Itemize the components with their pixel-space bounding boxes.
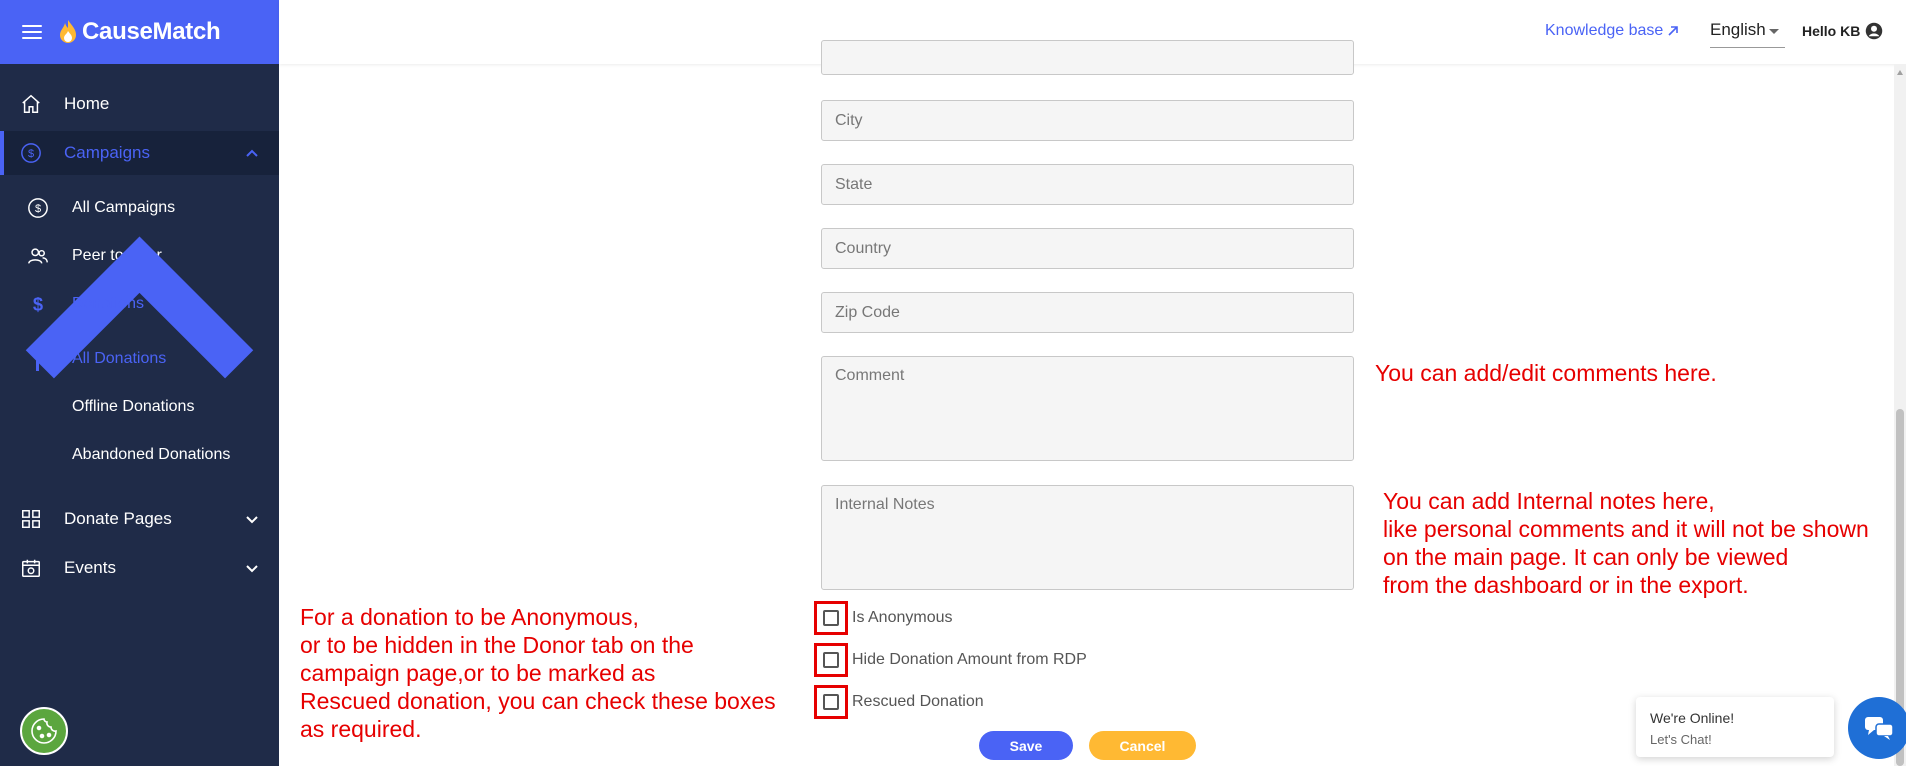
svg-text:$: $ — [33, 293, 43, 314]
sidebar-item-label: Home — [64, 94, 110, 113]
sidebar-item-donations[interactable]: $ Donations — [0, 235, 279, 378]
highlight-box — [814, 643, 848, 677]
dollar-circle-icon: $ — [19, 141, 43, 165]
internal-notes-annotation: You can add Internal notes here, like pe… — [1383, 488, 1869, 598]
cookie-settings-button[interactable] — [20, 707, 68, 755]
knowledge-base-label: Knowledge base — [1545, 22, 1664, 39]
internal-notes-field[interactable]: Internal Notes — [821, 485, 1354, 590]
dollar-icon: $ — [27, 293, 49, 315]
highlight-box — [814, 685, 848, 719]
account-circle-icon[interactable] — [1865, 22, 1883, 40]
checkbox-label: Rescued Donation — [852, 693, 984, 710]
grid-icon — [19, 507, 43, 531]
chat-bubbles-icon — [1865, 717, 1894, 740]
highlight-box — [814, 601, 848, 635]
internal-notes-placeholder: Internal Notes — [835, 496, 935, 513]
flame-logo-icon — [60, 20, 76, 43]
city-field[interactable]: City — [821, 100, 1354, 141]
page-scrollbar[interactable] — [1894, 64, 1906, 766]
state-placeholder: State — [835, 175, 873, 193]
country-field[interactable]: Country — [821, 228, 1354, 269]
state-field[interactable]: State — [821, 164, 1354, 205]
sidebar-item-label: All Donations — [72, 350, 167, 367]
chat-prompt[interactable]: We're Online! Let's Chat! — [1636, 697, 1834, 757]
chat-title: We're Online! — [1650, 710, 1735, 726]
sidebar-item-home[interactable]: Home — [0, 84, 279, 124]
sidebar-item-events[interactable]: Events — [0, 548, 279, 588]
checkbox-square[interactable] — [823, 694, 839, 710]
app-name: CauseMatch — [82, 18, 221, 45]
language-value: English — [1710, 20, 1766, 39]
svg-text:$: $ — [28, 148, 34, 160]
brand-bar: CauseMatch — [0, 0, 279, 64]
country-placeholder: Country — [835, 239, 892, 257]
chevron-down-icon — [246, 565, 258, 573]
sidebar-item-label: Donate Pages — [64, 509, 172, 528]
hamburger-menu-icon[interactable] — [22, 25, 42, 39]
checkbox-square[interactable] — [823, 652, 839, 668]
chevron-up-icon — [246, 149, 258, 157]
checkbox-label: Is Anonymous — [852, 609, 953, 626]
zip-code-field[interactable]: Zip Code — [821, 292, 1354, 333]
is-anonymous-checkbox[interactable]: Is Anonymous — [814, 601, 953, 635]
checkbox-square[interactable] — [823, 610, 839, 626]
zip-code-placeholder: Zip Code — [835, 303, 900, 321]
sidebar-item-donate-pages[interactable]: Donate Pages — [0, 499, 279, 539]
rescued-donation-checkbox[interactable]: Rescued Donation — [814, 685, 984, 719]
scroll-up-arrow-icon[interactable] — [1897, 70, 1903, 75]
hide-donation-amount-checkbox[interactable]: Hide Donation Amount from RDP — [814, 643, 1087, 677]
sidebar: CauseMatch Home $ Campaigns $ All Campai… — [0, 0, 279, 766]
address-field[interactable] — [821, 40, 1354, 75]
sidebar-item-label: Offline Donations — [72, 398, 195, 415]
save-button[interactable]: Save — [979, 731, 1073, 760]
city-placeholder: City — [835, 111, 863, 129]
comment-annotation: You can add/edit comments here. — [1375, 360, 1717, 386]
chat-subtitle: Let's Chat! — [1650, 732, 1712, 747]
cancel-button[interactable]: Cancel — [1089, 731, 1196, 760]
external-arrow-icon — [1668, 26, 1679, 36]
comment-placeholder: Comment — [835, 367, 905, 384]
sidebar-item-label: Events — [64, 558, 116, 577]
sidebar-item-label: Donations — [72, 295, 145, 312]
comment-field[interactable]: Comment — [821, 356, 1354, 461]
sidebar-item-label: Campaigns — [64, 143, 150, 162]
caret-down-icon — [1769, 29, 1779, 34]
sidebar-item-all-donations[interactable]: All Donations — [0, 339, 279, 379]
chevron-down-icon — [246, 516, 258, 524]
app-logo[interactable]: CauseMatch — [58, 18, 221, 46]
sidebar-item-offline-donations[interactable]: Offline Donations — [0, 387, 279, 427]
language-select[interactable]: English — [1710, 20, 1785, 48]
checkbox-annotation: For a donation to be Anonymous, or to be… — [300, 604, 776, 742]
calendar-icon — [19, 556, 43, 580]
checkbox-label: Hide Donation Amount from RDP — [852, 651, 1087, 668]
sidebar-item-abandoned-donations[interactable]: Abandoned Donations — [0, 435, 279, 475]
user-greeting: Hello KB — [1802, 23, 1861, 39]
sidebar-item-label: Abandoned Donations — [72, 446, 231, 463]
cookie-icon — [31, 718, 57, 744]
home-icon — [19, 92, 43, 116]
knowledge-base-link[interactable]: Knowledge base — [1545, 22, 1679, 40]
chat-launcher-button[interactable] — [1848, 697, 1906, 759]
